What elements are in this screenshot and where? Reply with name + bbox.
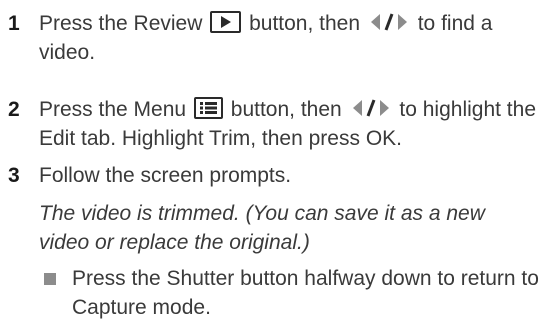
step-text-part: button, then <box>249 12 361 35</box>
left-right-arrows-icon <box>369 11 409 33</box>
step-text-part: button, then <box>230 98 342 121</box>
step-text: Follow the screen prompts. <box>39 164 292 187</box>
step-number: 1 <box>8 12 20 35</box>
result-note: The video is trimmed. (You can save it a… <box>39 202 485 254</box>
step-text: Press the Review button, then to find a … <box>39 9 539 67</box>
bullet-text: Press the Shutter button halfway down to… <box>72 267 539 319</box>
square-bullet-icon <box>44 273 56 285</box>
left-right-arrows-icon <box>351 97 391 119</box>
step-number: 2 <box>8 98 20 121</box>
step-text-part: Press the Review <box>39 12 203 35</box>
step-number: 3 <box>8 164 20 187</box>
play-icon <box>210 11 242 33</box>
step-text: Press the Menu button, then to highlight… <box>39 95 539 153</box>
menu-icon <box>193 97 223 119</box>
step-text-part: Press the Menu <box>39 98 187 121</box>
